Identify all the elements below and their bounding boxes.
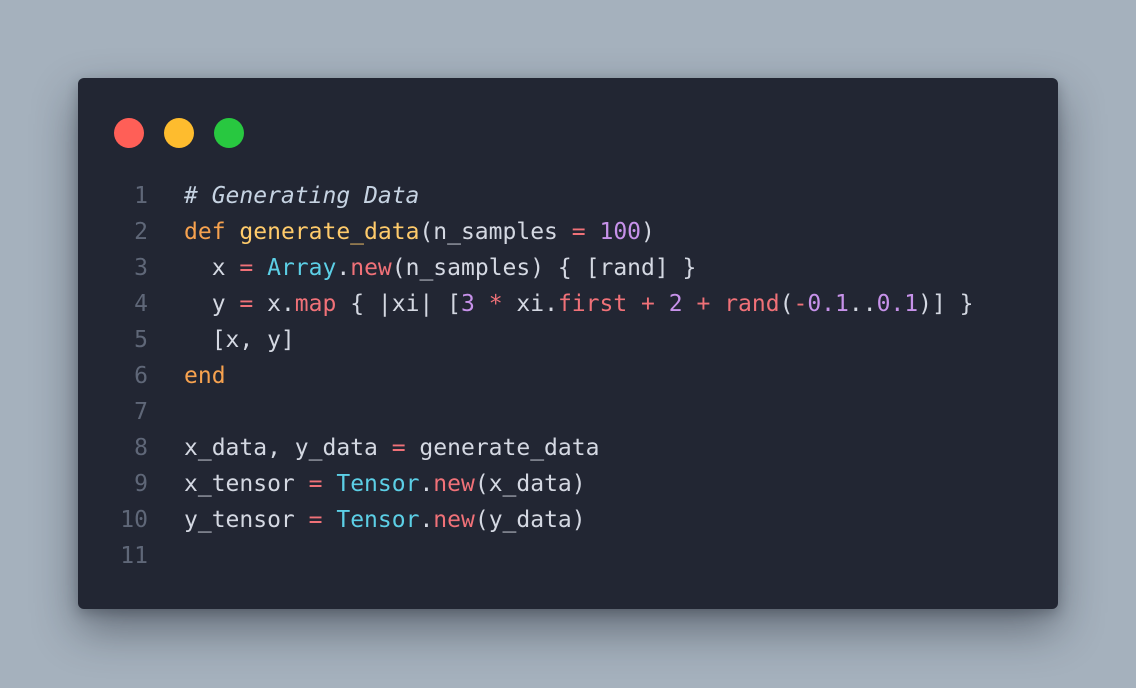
code-token-method: new (433, 471, 475, 497)
code-token-method: new (433, 507, 475, 533)
code-token-operator: = (239, 255, 254, 281)
line-number: 8 (134, 435, 148, 461)
code-token-default: x. (253, 291, 295, 317)
code-token-number: 3 (460, 291, 475, 317)
code-token-number: 2 (668, 291, 683, 317)
line-number-gutter: 1 2 3 4 5 6 7 8 9 10 11 (108, 178, 148, 574)
line-number: 11 (120, 543, 148, 569)
code-token-default (655, 291, 669, 317)
code-token-default: x_tensor (184, 471, 309, 497)
code-token-operator: = (239, 291, 254, 317)
code-token-method: first (557, 291, 628, 317)
code-token-function: generate_data (239, 219, 420, 245)
code-line: # Generating Data (184, 178, 1044, 214)
code-token-comment: # Generating Data (184, 183, 420, 209)
line-number: 5 (134, 327, 148, 353)
code-token-default: (n_samples) { [rand] } (391, 255, 697, 281)
code-line: def generate_data(n_samples = 100) (184, 214, 1044, 250)
code-token-number: 0.1 (807, 291, 849, 317)
code-token-default (475, 291, 489, 317)
code-token-default: generate_data (405, 435, 600, 461)
line-number: 6 (134, 363, 148, 389)
code-line: y_tensor = Tensor.new(y_data) (184, 502, 1044, 538)
code-token-default: )] } (918, 291, 974, 317)
code-line: x_tensor = Tensor.new(x_data) (184, 466, 1044, 502)
line-number: 2 (134, 219, 148, 245)
line-number: 10 (120, 507, 148, 533)
code-token-default: .. (848, 291, 877, 317)
code-token-default (627, 291, 641, 317)
code-token-default (322, 471, 336, 497)
line-number: 9 (134, 471, 148, 497)
code-token-default (683, 291, 697, 317)
code-token-method: rand (724, 291, 780, 317)
code-token-operator: + (696, 291, 711, 317)
code-token-default: y (184, 291, 240, 317)
code-token-default: [x, y] (184, 327, 295, 353)
code-token-operator: = (391, 435, 406, 461)
code-window: 1 2 3 4 5 6 7 8 9 10 11 # Generating Data def gener… (78, 78, 1058, 609)
code-line: y = x.map { |xi| [3 * xi.first + 2 + ran… (184, 286, 1044, 322)
code-token-operator: = (308, 507, 323, 533)
code-token-default: . (419, 507, 434, 533)
code-token-default: (y_data) (474, 507, 586, 533)
minimize-window-icon[interactable] (164, 118, 194, 148)
line-number: 3 (134, 255, 148, 281)
code-block[interactable]: # Generating Data def generate_data(n_sam… (184, 178, 1044, 574)
code-token-operator: = (571, 219, 586, 245)
code-token-operator: + (641, 291, 655, 317)
code-token-default: (x_data) (474, 471, 586, 497)
code-token-number: 0.1 (876, 291, 919, 317)
code-token-default (710, 291, 724, 317)
code-token-default: . (336, 255, 351, 281)
line-number: 7 (134, 399, 148, 425)
code-token-method: new (350, 255, 392, 281)
line-number: 1 (134, 183, 148, 209)
line-number: 4 (134, 291, 148, 317)
code-token-default: x_data, y_data (184, 435, 392, 461)
code-token-method: map (294, 291, 337, 317)
code-token-default (253, 255, 267, 281)
code-line: [x, y] (184, 322, 1044, 358)
code-token-operator: - (793, 291, 808, 317)
code-line: x_data, y_data = generate_data (184, 430, 1044, 466)
code-token-default (586, 219, 600, 245)
code-token-keyword: end (184, 363, 226, 389)
code-line: end (184, 358, 1044, 394)
maximize-window-icon[interactable] (214, 118, 244, 148)
code-token-default: ( (779, 291, 794, 317)
code-token-keyword: def (184, 219, 226, 245)
code-token-default: { |xi| [ (336, 291, 461, 317)
code-token-default: (n_samples (419, 219, 572, 245)
code-token-operator: = (308, 471, 323, 497)
code-token-default: y_tensor (184, 507, 309, 533)
code-token-constant: Tensor (336, 507, 420, 533)
code-token-constant: Tensor (336, 471, 420, 497)
code-token-default (322, 507, 336, 533)
code-token-default (226, 219, 240, 245)
code-token-constant: Array (267, 255, 337, 281)
code-token-default: x (184, 255, 240, 281)
code-token-number: 100 (599, 219, 642, 245)
code-line: x = Array.new(n_samples) { [rand] } (184, 250, 1044, 286)
code-token-default: xi. (502, 291, 558, 317)
code-token-operator: * (488, 291, 503, 317)
close-window-icon[interactable] (114, 118, 144, 148)
code-token-default: ) (641, 219, 655, 245)
code-token-default: . (419, 471, 434, 497)
